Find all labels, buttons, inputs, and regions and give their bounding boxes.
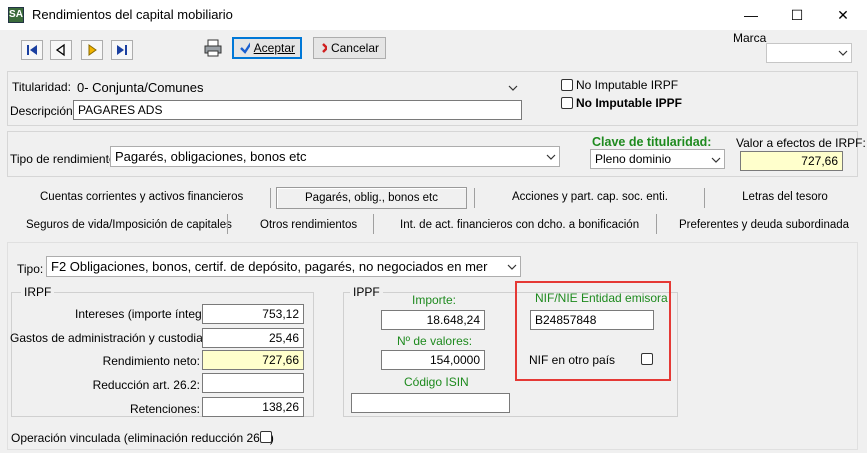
minimize-button[interactable]: — bbox=[728, 0, 774, 30]
descripcion-input[interactable]: PAGARES ADS bbox=[73, 100, 522, 120]
operacion-vinculada-checkbox[interactable] bbox=[260, 431, 272, 443]
num-valores-label: Nº de valores: bbox=[397, 334, 473, 348]
accept-button[interactable]: Aceptar bbox=[232, 37, 302, 59]
tab-letras-tesoro[interactable]: Letras del tesoro bbox=[741, 191, 829, 203]
chevron-down-icon bbox=[546, 154, 556, 160]
importe-label: Importe: bbox=[412, 293, 457, 307]
tab-separator bbox=[704, 188, 705, 208]
chevron-down-icon bbox=[838, 50, 848, 56]
next-record-button[interactable] bbox=[81, 40, 103, 60]
reduccion-field[interactable] bbox=[202, 373, 304, 393]
valor-irpf-label: Valor a efectos de IRPF: bbox=[736, 136, 866, 150]
tab-separator bbox=[474, 188, 475, 208]
detail-tipo-select[interactable]: F2 Obligaciones, bonos, certif. de depós… bbox=[46, 256, 521, 277]
first-icon bbox=[27, 45, 37, 55]
maximize-button[interactable]: ☐ bbox=[774, 0, 820, 30]
tab-otros-rendimientos[interactable]: Otros rendimientos bbox=[260, 219, 357, 231]
check-icon bbox=[240, 42, 250, 54]
cancel-x-icon bbox=[322, 43, 327, 53]
detail-tipo-value: F2 Obligaciones, bonos, certif. de depós… bbox=[51, 259, 488, 274]
nif-otro-pais-checkbox[interactable] bbox=[641, 353, 653, 365]
next-icon bbox=[88, 44, 97, 56]
last-record-button[interactable] bbox=[111, 40, 133, 60]
isin-field[interactable] bbox=[351, 393, 510, 413]
clave-titularidad-select[interactable]: Pleno dominio bbox=[590, 149, 725, 169]
retenciones-field[interactable]: 138,26 bbox=[202, 397, 304, 417]
clave-titularidad-value: Pleno dominio bbox=[595, 152, 672, 166]
print-button[interactable] bbox=[203, 38, 223, 58]
tab-separator bbox=[656, 214, 657, 234]
tab-separator bbox=[373, 214, 374, 234]
tab-acciones[interactable]: Acciones y part. cap. soc. enti. bbox=[512, 191, 668, 203]
retenciones-label: Retenciones: bbox=[129, 402, 200, 416]
cancel-label: Cancelar bbox=[330, 41, 379, 55]
importe-field[interactable]: 18.648,24 bbox=[381, 310, 485, 330]
num-valores-field[interactable]: 154,0000 bbox=[381, 350, 485, 370]
tab-separator bbox=[227, 214, 228, 234]
marca-label: Marca bbox=[733, 31, 767, 45]
descripcion-label: Descripción: bbox=[10, 104, 77, 118]
tab-seguros-vida[interactable]: Seguros de vida/Imposición de capitales bbox=[26, 219, 232, 231]
tipo-rendimiento-value: Pagarés, obligaciones, bonos etc bbox=[115, 149, 307, 164]
operacion-vinculada-label: Operación vinculada (eliminación reducci… bbox=[11, 431, 274, 445]
window-title: Rendimientos del capital mobiliario bbox=[32, 7, 233, 22]
gastos-field[interactable]: 25,46 bbox=[202, 328, 304, 348]
reduccion-label: Reducción art. 26.2: bbox=[92, 378, 200, 392]
no-imputable-irpf-label: No Imputable IRPF bbox=[576, 78, 679, 92]
chevron-down-icon bbox=[711, 157, 721, 163]
valor-irpf-field[interactable]: 727,66 bbox=[740, 151, 843, 171]
ippf-group-title: IPPF bbox=[350, 285, 383, 299]
rendimiento-neto-field[interactable]: 727,66 bbox=[202, 350, 304, 370]
first-record-button[interactable] bbox=[21, 40, 43, 60]
no-imputable-ippf-label: No Imputable IPPF bbox=[576, 96, 683, 110]
titularidad-value: 0- Conjunta/Comunes bbox=[77, 80, 204, 95]
tab-cuentas-corrientes[interactable]: Cuentas corrientes y activos financieros bbox=[40, 191, 243, 203]
nif-entidad-label: NIF/NIE Entidad emisora bbox=[535, 291, 668, 305]
marca-select[interactable] bbox=[766, 43, 852, 63]
chevron-down-icon bbox=[508, 85, 518, 91]
previous-record-button[interactable] bbox=[50, 40, 72, 60]
irpf-group-title: IRPF bbox=[21, 285, 55, 299]
printer-icon bbox=[204, 39, 222, 57]
rendimiento-neto-label: Rendimiento neto: bbox=[102, 354, 200, 368]
accept-label: Aceptar bbox=[253, 41, 295, 55]
tab-act-financieros-bonificacion[interactable]: Int. de act. financieros con dcho. a bon… bbox=[400, 219, 639, 231]
last-icon bbox=[117, 45, 127, 55]
tipo-rendimiento-label: Tipo de rendimiento: bbox=[10, 152, 119, 166]
intereses-field[interactable]: 753,12 bbox=[202, 304, 304, 324]
gastos-label: Gastos de administración y custodia: bbox=[10, 331, 207, 345]
tab-preferentes[interactable]: Preferentes y deuda subordinada bbox=[679, 219, 849, 231]
isin-label: Código ISIN bbox=[404, 375, 469, 389]
tipo-rendimiento-select[interactable]: Pagarés, obligaciones, bonos etc bbox=[110, 146, 560, 167]
nif-entidad-field[interactable]: B24857848 bbox=[530, 310, 654, 330]
detail-tipo-label: Tipo: bbox=[17, 262, 44, 276]
chevron-down-icon bbox=[507, 264, 517, 270]
previous-icon bbox=[55, 43, 65, 57]
app-icon: SA bbox=[8, 7, 24, 23]
close-button[interactable]: ✕ bbox=[820, 0, 866, 30]
titularidad-label: Titularidad: bbox=[12, 80, 71, 94]
cancel-button[interactable]: Cancelar bbox=[313, 37, 386, 59]
no-imputable-ippf-checkbox[interactable] bbox=[561, 97, 573, 109]
intereses-label: Intereses (importe íntegro): bbox=[75, 307, 220, 321]
tab-pagares[interactable]: Pagarés, oblig., bonos etc bbox=[276, 187, 467, 209]
nif-otro-pais-label: NIF en otro país bbox=[529, 353, 616, 367]
tab-separator bbox=[270, 188, 271, 208]
titularidad-select[interactable]: 0- Conjunta/Comunes bbox=[72, 77, 522, 98]
clave-titularidad-label: Clave de titularidad: bbox=[592, 135, 712, 149]
no-imputable-irpf-checkbox[interactable] bbox=[561, 79, 573, 91]
